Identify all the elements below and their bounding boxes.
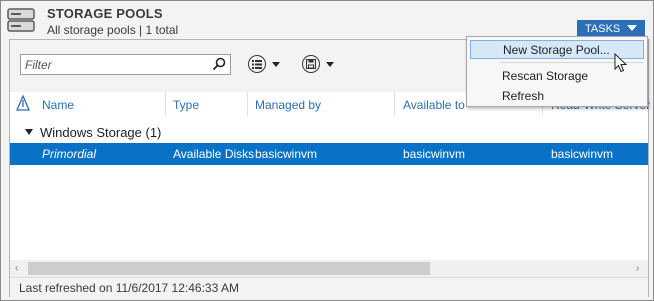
chevron-down-icon bbox=[326, 61, 334, 67]
search-icon[interactable] bbox=[212, 57, 226, 71]
group-header[interactable]: Windows Storage (1) bbox=[10, 124, 648, 142]
scrollbar-thumb[interactable] bbox=[28, 262, 430, 275]
storage-pools-tile: STORAGE POOLS All storage pools | 1 tota… bbox=[0, 0, 654, 301]
sort-icon[interactable] bbox=[16, 95, 30, 112]
cell-read-write-server: basicwinvm bbox=[551, 147, 614, 161]
column-managed-by[interactable]: Managed by bbox=[255, 98, 321, 112]
page-subtitle: All storage pools | 1 total bbox=[47, 23, 179, 37]
column-type[interactable]: Type bbox=[173, 98, 199, 112]
chevron-down-icon bbox=[272, 61, 280, 67]
chevron-down-icon bbox=[627, 25, 637, 31]
table-row[interactable]: Primordial Available Disks basicwinvm ba… bbox=[10, 143, 648, 165]
column-name[interactable]: Name bbox=[42, 98, 74, 112]
list-view-icon bbox=[248, 55, 266, 73]
page-title: STORAGE POOLS bbox=[47, 6, 163, 21]
filter-box[interactable] bbox=[20, 54, 231, 75]
tasks-button[interactable]: TASKS bbox=[577, 20, 645, 37]
view-options-button[interactable] bbox=[248, 54, 280, 74]
tasks-button-label: TASKS bbox=[585, 22, 621, 35]
cell-type: Available Disks bbox=[173, 147, 255, 161]
storage-pools-icon bbox=[7, 8, 35, 32]
scroll-right-icon[interactable]: › bbox=[636, 263, 639, 274]
save-query-button[interactable] bbox=[302, 54, 334, 74]
collapse-icon[interactable] bbox=[25, 129, 33, 135]
column-available-to[interactable]: Available to bbox=[403, 98, 465, 112]
horizontal-scrollbar[interactable]: ‹ › bbox=[10, 260, 648, 277]
mouse-pointer-icon bbox=[614, 53, 628, 73]
column-divider[interactable] bbox=[394, 92, 395, 116]
column-divider[interactable] bbox=[165, 92, 166, 116]
filter-input[interactable] bbox=[25, 56, 205, 73]
save-icon bbox=[302, 55, 320, 73]
last-refreshed-text: Last refreshed on 11/6/2017 12:46:33 AM bbox=[19, 281, 239, 295]
column-divider[interactable] bbox=[247, 92, 248, 116]
cell-available-to: basicwinvm bbox=[403, 147, 466, 161]
cell-managed-by: basicwinvm bbox=[255, 147, 318, 161]
menu-item-refresh[interactable]: Refresh bbox=[470, 86, 644, 105]
group-label: Windows Storage (1) bbox=[40, 125, 162, 140]
scroll-left-icon[interactable]: ‹ bbox=[15, 263, 18, 274]
status-bar: Last refreshed on 11/6/2017 12:46:33 AM bbox=[10, 277, 648, 297]
cell-name: Primordial bbox=[42, 147, 97, 161]
